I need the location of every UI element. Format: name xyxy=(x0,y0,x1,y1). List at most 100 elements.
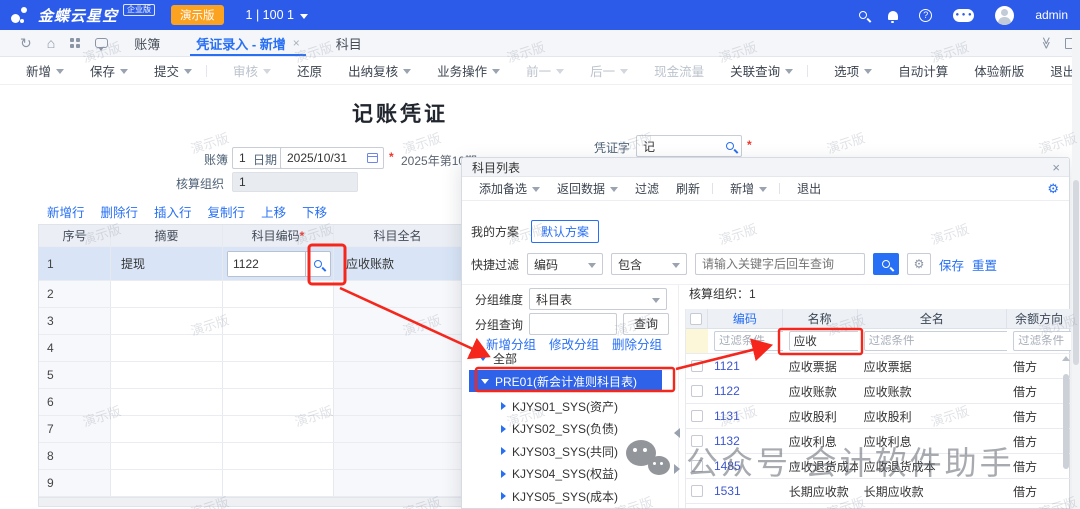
code-input[interactable] xyxy=(228,252,305,276)
header-balance-dir[interactable]: 余额方向 xyxy=(1007,309,1071,328)
user-name[interactable]: admin xyxy=(1035,8,1068,22)
add-candidate-button[interactable]: 添加备选 xyxy=(479,180,540,197)
tree-collapse-icon[interactable] xyxy=(501,402,506,410)
checkbox-icon[interactable] xyxy=(691,360,703,372)
checkbox-icon[interactable] xyxy=(691,435,703,447)
org-switcher[interactable]: 1 | 100 1 xyxy=(246,8,308,22)
grid-row[interactable]: 4 xyxy=(39,335,461,362)
code-filter-input[interactable] xyxy=(715,335,783,347)
checkbox-icon[interactable] xyxy=(691,385,703,397)
reset-filter-link[interactable]: 重置 xyxy=(972,255,997,274)
lookup-icon[interactable] xyxy=(719,142,741,150)
tab-voucher-entry[interactable]: 凭证录入 - 新增× xyxy=(196,30,300,56)
fullname-filter[interactable] xyxy=(864,331,1008,351)
table-scrollbar[interactable] xyxy=(1063,364,1069,494)
keyword-input[interactable] xyxy=(695,253,865,275)
close-tab-icon[interactable]: × xyxy=(293,36,300,50)
toolbar-auto-calc[interactable]: 自动计算 xyxy=(898,61,948,80)
scrollbar-thumb[interactable] xyxy=(1063,374,1069,469)
dialog-exit-button[interactable]: 退出 xyxy=(797,180,821,197)
account-row[interactable]: 1132应收利息应收利息借方 xyxy=(686,429,1071,454)
default-scheme-button[interactable]: 默认方案 xyxy=(531,220,599,243)
tree-collapse-icon[interactable] xyxy=(501,470,506,478)
toolbar-related-query[interactable]: 关联查询 xyxy=(730,61,793,80)
grid-row[interactable]: 8 xyxy=(39,443,461,470)
filter-settings-icon[interactable]: ⚙ xyxy=(907,253,931,275)
tree-node[interactable]: KJYS01_SYS(资产) xyxy=(471,395,671,418)
return-data-button[interactable]: 返回数据 xyxy=(557,180,618,197)
tree-expand-icon[interactable] xyxy=(481,379,489,384)
date-input[interactable] xyxy=(281,151,361,165)
dir-filter-input[interactable] xyxy=(1014,335,1071,347)
add-row-button[interactable]: 新增行 xyxy=(47,202,85,221)
toolbar-save[interactable]: 保存 xyxy=(90,61,128,80)
scrollbar-thumb[interactable] xyxy=(1073,180,1079,365)
group-search-input[interactable] xyxy=(529,313,617,335)
toolbar-new[interactable]: 新增 xyxy=(26,61,64,80)
grid-row[interactable]: 5 xyxy=(39,362,461,389)
avatar[interactable] xyxy=(995,6,1014,25)
page-scrollbar[interactable] xyxy=(1072,30,1080,509)
account-code[interactable]: 1122 xyxy=(708,379,783,403)
dialog-titlebar[interactable]: 科目列表 × xyxy=(462,158,1069,177)
checkbox-icon[interactable] xyxy=(691,410,703,422)
toolbar-business-ops[interactable]: 业务操作 xyxy=(437,61,500,80)
notification-bell-icon[interactable] xyxy=(888,11,898,20)
filter-operator-select[interactable]: 包含 xyxy=(611,253,687,275)
group-dimension-select[interactable]: 科目表 xyxy=(529,288,667,310)
account-code[interactable]: 1485 xyxy=(708,454,783,478)
checkbox-icon[interactable] xyxy=(691,460,703,472)
dialog-add-button[interactable]: 新增 xyxy=(730,180,767,197)
row-summary[interactable]: 提现 xyxy=(111,247,223,280)
tree-node[interactable]: KJYS02_SYS(负债) xyxy=(471,418,671,441)
voucher-word-input[interactable] xyxy=(637,139,719,153)
save-filter-link[interactable]: 保存 xyxy=(939,255,964,274)
delete-row-button[interactable]: 删除行 xyxy=(101,202,139,221)
copy-row-button[interactable]: 复制行 xyxy=(208,202,246,221)
tree-node[interactable]: KJYS03_SYS(共同) xyxy=(471,440,671,463)
tree-collapse-icon[interactable] xyxy=(501,425,506,433)
account-row[interactable]: 1531长期应收款长期应收款借方 xyxy=(686,479,1071,504)
date-field[interactable] xyxy=(280,147,384,169)
code-lookup-icon[interactable] xyxy=(305,252,330,276)
close-dialog-icon[interactable]: × xyxy=(1052,160,1060,175)
tree-collapse-icon[interactable] xyxy=(501,492,506,500)
toolbar-restore[interactable]: 还原 xyxy=(297,61,322,80)
expand-panel-icon[interactable] xyxy=(674,464,680,474)
account-row[interactable]: 1121应收票据应收票据借方 xyxy=(686,354,1071,379)
group-query-button[interactable]: 查询 xyxy=(623,313,669,335)
refresh-icon[interactable]: ↻ xyxy=(20,35,32,52)
toolbar-options[interactable]: 选项 xyxy=(834,61,872,80)
code-editor[interactable] xyxy=(227,251,331,277)
account-row[interactable]: 1131应收股利应收股利借方 xyxy=(686,404,1071,429)
collapse-panel-icon[interactable] xyxy=(674,428,680,438)
account-code[interactable]: 1531 xyxy=(708,479,783,503)
tree-node-selected[interactable]: PRE01(新会计准则科目表) xyxy=(469,370,662,392)
search-icon[interactable] xyxy=(859,11,867,19)
checkbox-icon[interactable] xyxy=(690,313,702,325)
tree-node-all[interactable]: 全部 xyxy=(471,349,671,368)
tree-node[interactable]: KJYS04_SYS(权益) xyxy=(471,463,671,486)
grid-row[interactable]: 6 xyxy=(39,389,461,416)
message-icon[interactable] xyxy=(95,38,108,48)
tab-ledger[interactable]: 账簿 xyxy=(134,30,160,56)
header-name[interactable]: 名称 xyxy=(783,309,858,328)
grid-row[interactable]: 9 xyxy=(39,470,461,497)
tree-collapse-icon[interactable] xyxy=(501,447,506,455)
grid-row-selected[interactable]: 1 提现 应收账款 xyxy=(39,247,461,281)
fullname-filter-input[interactable] xyxy=(865,335,1008,347)
refresh-button[interactable]: 刷新 xyxy=(676,180,700,197)
header-code[interactable]: 编码 xyxy=(708,309,783,328)
grid-row[interactable]: 2 xyxy=(39,281,461,308)
account-code[interactable]: 1132 xyxy=(708,429,783,453)
feedback-pill-icon[interactable]: ● ● ● xyxy=(953,9,974,22)
toolbar-cashier-review[interactable]: 出纳复核 xyxy=(348,61,411,80)
checkbox-icon[interactable] xyxy=(691,485,703,497)
voucher-word-field[interactable] xyxy=(636,135,742,157)
name-filter[interactable]: × xyxy=(789,331,858,351)
calendar-icon[interactable] xyxy=(361,153,383,163)
insert-row-button[interactable]: 插入行 xyxy=(154,202,192,221)
account-code[interactable]: 1121 xyxy=(708,354,783,378)
select-all-cell[interactable] xyxy=(686,309,708,328)
account-row[interactable]: 1122应收账款应收账款借方 xyxy=(686,379,1071,404)
